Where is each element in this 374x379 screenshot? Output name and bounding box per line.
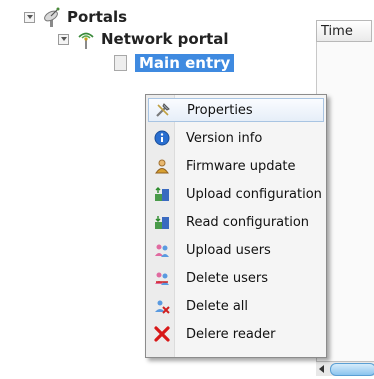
info-icon [154,130,170,146]
menu-item-read-configuration[interactable]: Read configuration [148,210,324,234]
chevron-down-icon [26,15,33,19]
column-header-time[interactable]: Time [316,20,372,42]
menu-item-properties[interactable]: Properties [148,98,324,122]
upload-users-icon [155,244,169,257]
menu-item-label: Delete all [186,298,249,314]
menu-item-upload-configuration[interactable]: Upload configuration [148,182,324,206]
collapse-toggle[interactable] [24,11,35,23]
tree-node-network-portal[interactable]: Network portal [58,28,229,50]
menu-item-version-info[interactable]: Version info [148,126,324,150]
menu-item-label: Upload users [186,242,271,258]
menu-item-delete-all[interactable]: Delete all [148,294,324,318]
delete-users-icon [155,272,169,285]
tree-node-label: Portals [67,8,128,26]
scrollbar-thumb[interactable] [330,363,374,376]
menu-item-firmware-update[interactable]: Firmware update [148,154,324,178]
tools-icon [156,103,170,117]
delete-all-icon [155,300,170,314]
document-icon [114,55,127,71]
tree-node-portals[interactable]: Portals [24,6,127,28]
menu-item-label: Upload configuration [186,186,322,202]
chevron-down-icon [60,37,67,41]
menu-item-upload-users[interactable]: Upload users [148,238,324,262]
collapse-toggle[interactable] [58,33,69,45]
horizontal-scrollbar[interactable] [316,361,374,376]
menu-item-delete-reader[interactable]: Delere reader [148,322,324,346]
context-menu: Properties Version info Firmware update [145,94,327,358]
tree-node-label: Main entry [135,54,235,72]
scroll-left-icon[interactable] [319,365,324,373]
menu-item-label: Read configuration [186,214,310,230]
tree-node-main-entry[interactable]: Main entry [114,52,235,74]
menu-item-delete-users[interactable]: Delete users [148,266,324,290]
red-x-icon [154,326,170,342]
user-update-icon [155,159,169,174]
antenna-icon [78,32,94,49]
app-window: Portals Network portal Main entry Time P… [0,0,374,379]
menu-item-label: Properties [187,102,253,118]
menu-item-label: Delere reader [186,326,276,342]
tree-node-label: Network portal [101,30,229,48]
upload-config-icon [155,187,169,201]
menu-item-label: Delete users [186,270,268,286]
satellite-icon [44,7,60,27]
read-config-icon [155,216,169,229]
menu-item-label: Version info [186,130,263,146]
menu-item-label: Firmware update [186,158,296,174]
